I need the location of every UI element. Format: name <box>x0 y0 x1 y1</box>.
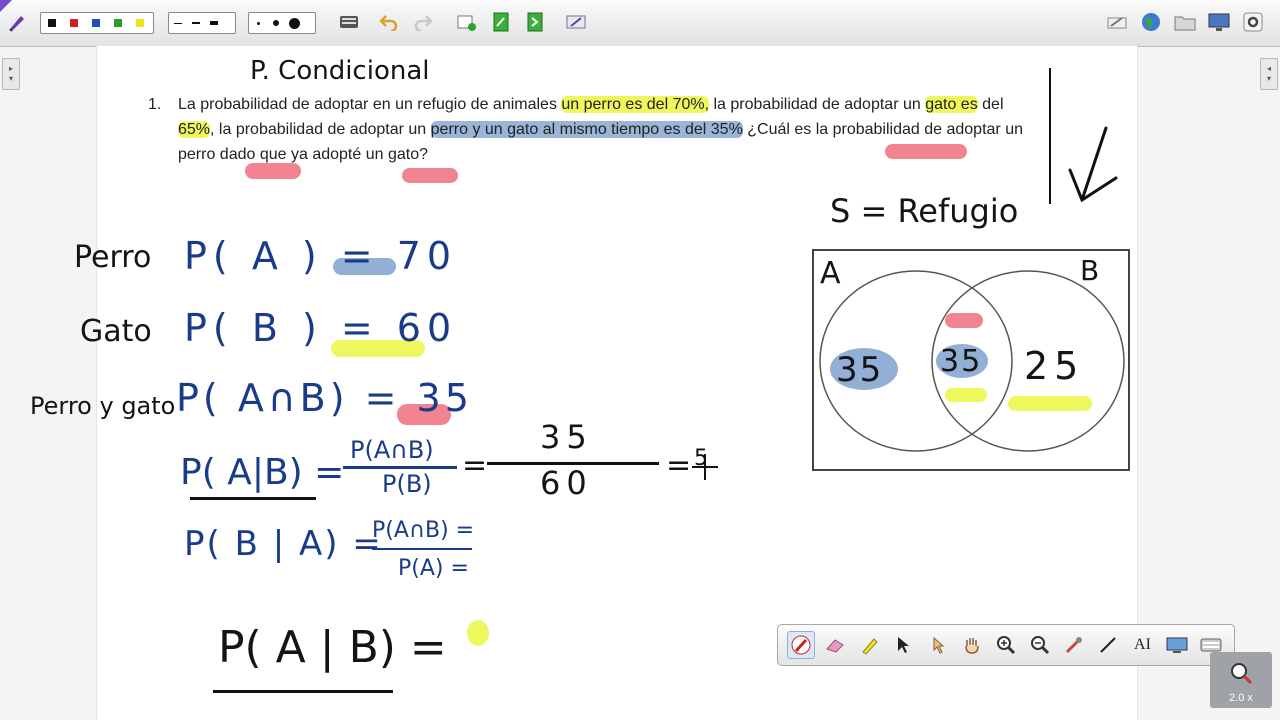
color-swatch-green[interactable] <box>114 19 122 27</box>
handwritten-title: P. Condicional <box>250 56 430 86</box>
sample-space-label: S = Refugio <box>830 192 1019 230</box>
floating-toolbar: AI <box>777 624 1235 666</box>
label-gato: Gato <box>80 314 152 349</box>
final-equation: P( A | B) = <box>218 622 447 673</box>
fraction-numerator: 35 <box>540 418 593 456</box>
underline <box>213 690 393 693</box>
monitor-icon[interactable] <box>1208 11 1230 33</box>
fraction-bar <box>372 548 472 550</box>
arrow-divider <box>1049 68 1118 204</box>
venn-right-value: 25 <box>1024 344 1085 388</box>
select-arrow-icon[interactable] <box>889 631 917 659</box>
pan-hand-icon[interactable] <box>958 631 986 659</box>
problem-number: 1. <box>148 96 162 113</box>
line-medium-button[interactable] <box>187 22 205 24</box>
fraction-bar <box>343 466 457 469</box>
highlighted-text: 65% <box>178 121 211 138</box>
highlighter-icon[interactable] <box>855 631 883 659</box>
red-highlight-mark <box>245 163 301 179</box>
dot-medium-button[interactable] <box>267 20 285 26</box>
eraser-icon[interactable] <box>821 631 849 659</box>
conditional-lhs: P( A|B) = <box>180 452 345 493</box>
problem-text-segment: la probabilidad de adoptar un <box>709 96 926 113</box>
capture-icon[interactable] <box>1163 631 1191 659</box>
highlighted-text: perro y un gato al mismo tiempo es del 3… <box>430 121 743 138</box>
red-highlight-mark <box>402 168 458 183</box>
pen-icon[interactable] <box>6 11 28 33</box>
folder-icon[interactable] <box>1174 11 1196 33</box>
problem-text-segment: del <box>977 96 1004 113</box>
corner-accent <box>0 0 12 12</box>
underline <box>190 497 316 500</box>
keyboard-icon[interactable] <box>338 11 360 33</box>
line-thin-button[interactable] <box>169 22 187 24</box>
highlighted-text: un perro es del 70%, <box>561 96 710 113</box>
conditional-denominator: P(B) <box>382 470 432 498</box>
equation-pab: P( A∩B) = 35 <box>176 376 473 420</box>
equals-sign: = <box>666 448 692 483</box>
zoom-level: 2.0 x <box>1229 692 1253 704</box>
dot-large-button[interactable] <box>285 17 303 29</box>
zoom-out-icon[interactable] <box>1026 631 1054 659</box>
yellow-highlight-mark <box>467 620 489 646</box>
line-thick-button[interactable] <box>205 21 223 25</box>
yellow-highlight-mark <box>945 388 987 402</box>
equals-sign: = <box>462 448 488 483</box>
color-swatch-black[interactable] <box>48 19 56 27</box>
highlighted-text: gato es <box>925 96 978 113</box>
red-highlight-mark <box>945 313 983 328</box>
tools-icon[interactable] <box>566 11 588 33</box>
left-panel-tab[interactable]: ▸ ▾ <box>2 58 20 90</box>
set-b-label: B <box>1080 254 1100 287</box>
fraction-denominator: 60 <box>540 464 593 502</box>
color-swatch-blue[interactable] <box>92 19 100 27</box>
color-swatch-red[interactable] <box>70 19 78 27</box>
screen-pick-icon[interactable] <box>1060 631 1088 659</box>
line-width-group <box>168 12 236 34</box>
text-icon[interactable]: AI <box>1128 631 1156 659</box>
green-page-icon[interactable] <box>490 11 512 33</box>
color-swatch-yellow[interactable] <box>136 19 144 27</box>
problem-text-segment: , la probabilidad de adoptar un <box>210 121 431 138</box>
right-panel-tab[interactable]: ◂ ▾ <box>1260 58 1278 90</box>
dot-small-button[interactable] <box>249 21 267 25</box>
new-page-icon[interactable] <box>456 11 478 33</box>
equation-pb: P( B ) = 60 <box>184 306 458 350</box>
conditional-ba-denominator: P(A) = <box>398 556 469 581</box>
problem-text-segment: La probabilidad de adoptar en un refugio… <box>178 96 562 113</box>
venn-left-value: 35 <box>836 350 884 390</box>
zoom-indicator[interactable]: 2.0 x <box>1210 652 1272 708</box>
magic-pointer-icon[interactable] <box>924 631 952 659</box>
zoom-magnifier-icon <box>1231 663 1253 685</box>
conditional-ba-lhs: P( B | A) = <box>184 524 383 564</box>
label-perro-y-gato: Perro y gato <box>30 392 176 420</box>
equation-pa: P( A ) = 70 <box>184 234 458 278</box>
redo-icon[interactable] <box>412 11 434 33</box>
color-palette <box>40 12 154 34</box>
settings-icon[interactable] <box>1242 11 1264 33</box>
set-a-label: A <box>820 256 841 291</box>
yellow-highlight-mark <box>1008 396 1092 411</box>
main-toolbar <box>0 0 1280 47</box>
crosshair-cursor-icon <box>692 454 718 480</box>
globe-icon[interactable] <box>1140 11 1162 33</box>
zoom-in-icon[interactable] <box>992 631 1020 659</box>
venn-intersection-value: 35 <box>940 344 983 379</box>
label-perro: Perro <box>74 240 152 275</box>
undo-icon[interactable] <box>378 11 400 33</box>
dot-size-group <box>248 12 316 34</box>
conditional-numerator: P(A∩B) <box>350 436 434 464</box>
green-page-arrow-icon[interactable] <box>524 11 546 33</box>
line-icon[interactable] <box>1094 631 1122 659</box>
conditional-ba-numerator: P(A∩B) = <box>372 518 475 543</box>
pen-icon[interactable] <box>787 631 816 659</box>
pen-tray-icon[interactable] <box>1106 11 1128 33</box>
red-highlight-mark <box>885 144 967 159</box>
